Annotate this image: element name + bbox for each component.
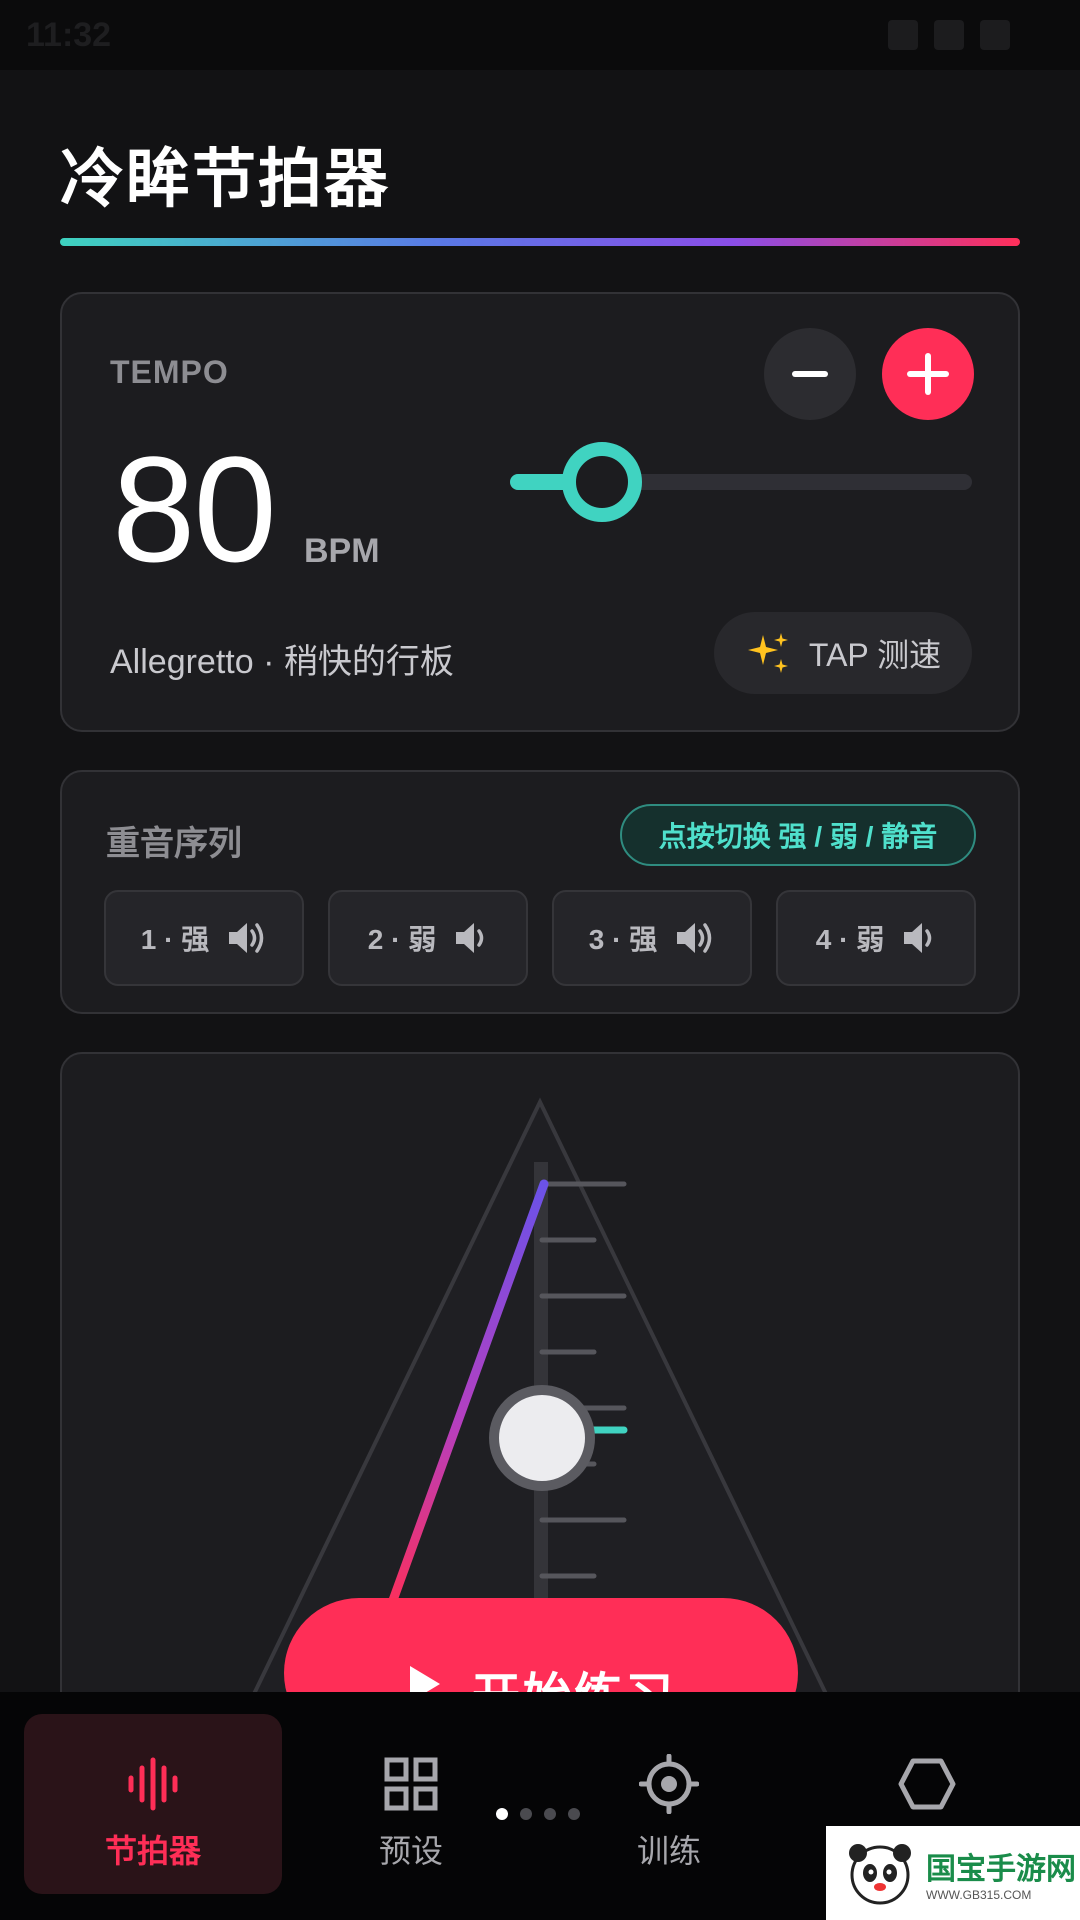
- speaker-soft-icon: [456, 923, 484, 953]
- tempo-card: TEMPO 80 BPM Allegretto · 稍快的行板 TAP 测速: [60, 292, 1020, 732]
- nav-item-training[interactable]: 训练: [540, 1714, 798, 1894]
- beat-label: 4 · 弱: [815, 924, 885, 955]
- signal-icon: [934, 20, 964, 50]
- sparkle-icon: [747, 633, 788, 673]
- beat-label: 2 · 弱: [367, 924, 437, 955]
- speaker-loud-icon: [677, 923, 712, 953]
- tap-tempo-label: TAP 测速: [808, 637, 942, 673]
- nav-label: 节拍器: [104, 1833, 201, 1869]
- grid-icon: [384, 1757, 438, 1811]
- nav-item-metronome[interactable]: 节拍器: [24, 1714, 282, 1894]
- nav-label: 训练: [636, 1833, 701, 1869]
- accent-sequence-card: 重音序列 点按切换 强 / 弱 / 静音 1 · 强 2 · 弱 3 · 强 4…: [60, 770, 1020, 1014]
- tempo-label: TEMPO: [110, 354, 229, 390]
- beat-button-3[interactable]: 3 · 强: [552, 890, 752, 986]
- beat-label: 1 · 强: [140, 924, 210, 955]
- wifi-icon: [888, 20, 918, 50]
- bpm-unit: BPM: [304, 532, 380, 570]
- beat-button-2[interactable]: 2 · 弱: [328, 890, 528, 986]
- page-dot: [520, 1808, 532, 1820]
- accent-toggle-hint: 点按切换 强 / 弱 / 静音: [620, 804, 976, 866]
- hexagon-icon: [898, 1758, 956, 1810]
- page-dot-active: [496, 1808, 508, 1820]
- minus-icon: [792, 371, 828, 377]
- accent-sequence-title: 重音序列: [106, 825, 242, 863]
- status-time: 11:32: [26, 16, 112, 54]
- pendulum-weight[interactable]: [489, 1385, 595, 1491]
- site-watermark: 国宝手游网 WWW.GB315.COM: [826, 1826, 1080, 1920]
- plus-icon: [907, 353, 949, 395]
- battery-icon: [980, 20, 1010, 50]
- tempo-marking: Allegretto · 稍快的行板: [110, 643, 454, 681]
- speaker-loud-icon: [229, 923, 264, 953]
- target-icon: [639, 1754, 699, 1814]
- page-title: 冷眸节拍器: [60, 143, 390, 215]
- increase-bpm-button[interactable]: [882, 328, 974, 420]
- tap-tempo-button[interactable]: TAP 测速: [714, 612, 972, 694]
- decrease-bpm-button[interactable]: [764, 328, 856, 420]
- beat-button-4[interactable]: 4 · 弱: [776, 890, 976, 986]
- waveform-icon: [128, 1757, 178, 1811]
- beat-button-1[interactable]: 1 · 强: [104, 890, 304, 986]
- tempo-slider[interactable]: [510, 442, 972, 522]
- status-bar: 11:32: [0, 0, 1080, 70]
- speaker-soft-icon: [904, 923, 932, 953]
- nav-label: 预设: [378, 1833, 443, 1869]
- nav-item-presets[interactable]: 预设: [282, 1714, 540, 1894]
- panda-logo-icon: [849, 1844, 911, 1905]
- bpm-value: 80: [112, 425, 277, 593]
- status-icons: [888, 20, 1010, 50]
- beat-list: 1 · 强 2 · 弱 3 · 强 4 · 弱: [104, 890, 976, 986]
- watermark-title: 国宝手游网: [926, 1853, 1076, 1886]
- watermark-url: WWW.GB315.COM: [926, 1888, 1032, 1902]
- title-gradient-divider: [60, 238, 1020, 246]
- slider-thumb[interactable]: [562, 442, 643, 522]
- beat-label: 3 · 强: [588, 924, 658, 955]
